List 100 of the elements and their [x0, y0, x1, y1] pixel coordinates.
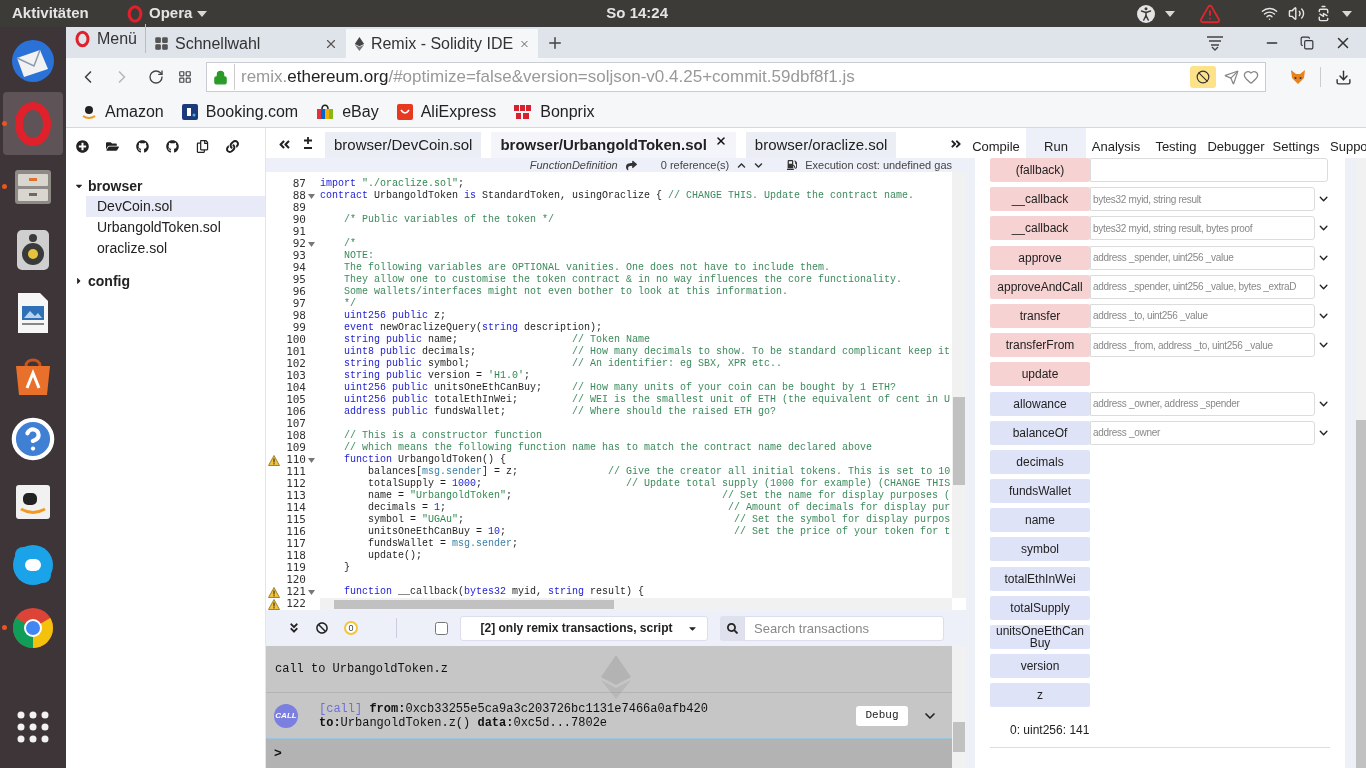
function-button[interactable]: name: [990, 508, 1090, 533]
github-icon[interactable]: [166, 139, 179, 153]
tab-menu-icon[interactable]: [1206, 35, 1224, 51]
mail-icon[interactable]: [10, 37, 56, 84]
new-tab-icon[interactable]: [546, 34, 564, 52]
bookmark[interactable]: Bonprix: [514, 99, 595, 124]
collapse-icon[interactable]: [288, 622, 300, 634]
caret-icon[interactable]: [1342, 10, 1352, 17]
download-icon[interactable]: [1335, 68, 1352, 86]
heart-icon[interactable]: [1243, 69, 1259, 85]
folder-item[interactable]: browser: [66, 176, 265, 196]
function-button[interactable]: __callback: [990, 216, 1090, 241]
diamond-icon: [600, 655, 632, 699]
parameter-field[interactable]: address _to, uint256 _value: [1090, 303, 1315, 328]
parameter-field[interactable]: address _owner, address _spender: [1090, 391, 1315, 416]
parameter-field[interactable]: address _from, address _to, uint256 _value: [1090, 333, 1315, 358]
fold-arrow-icon[interactable]: [307, 589, 315, 595]
folder-icon[interactable]: [106, 139, 119, 153]
fox-icon[interactable]: [1290, 70, 1306, 84]
function-button[interactable]: symbol: [990, 537, 1090, 562]
help-icon[interactable]: [10, 415, 56, 462]
send-icon[interactable]: [1224, 69, 1239, 85]
apps-grid-icon[interactable]: [16, 709, 50, 744]
fold-arrow-icon[interactable]: [307, 457, 315, 463]
parameter-field[interactable]: address _owner: [1090, 420, 1315, 445]
file-tab[interactable]: browser/DevCoin.sol: [325, 132, 482, 158]
function-button[interactable]: unitsOneEthCanBuy: [990, 625, 1090, 649]
function-button[interactable]: fundsWallet: [990, 479, 1090, 504]
address-field[interactable]: remix.ethereum.org/#optimize=false&version=soljson-v0.4.25+commit.59dbf8f1.js: [206, 62, 1266, 92]
caret-icon[interactable]: [197, 10, 208, 17]
browser-tab[interactable]: Menü: [66, 24, 146, 53]
link-icon[interactable]: [226, 139, 239, 153]
function-button[interactable]: allowance: [990, 391, 1090, 416]
app-menu[interactable]: Opera: [126, 2, 208, 25]
share-icon[interactable]: [625, 159, 637, 171]
collapse-left-icon[interactable]: [278, 137, 291, 151]
bookmark[interactable]: Amazon: [81, 99, 164, 124]
bookmark[interactable]: eBay: [316, 99, 379, 124]
code-line: event newOraclizeQuery(string description);: [343, 322, 603, 334]
file-tab[interactable]: browser/oraclize.sol: [745, 132, 897, 158]
search-button[interactable]: [720, 615, 744, 641]
parameter-field[interactable]: bytes32 myid, string result: [1090, 187, 1315, 212]
vertical-scrollbar[interactable]: [952, 172, 966, 598]
function-button[interactable]: approve: [990, 245, 1090, 270]
parameter-field[interactable]: [1090, 158, 1328, 182]
grid-icon[interactable]: [178, 70, 192, 84]
github-icon[interactable]: [136, 139, 149, 153]
vertical-scrollbar[interactable]: [1356, 158, 1366, 768]
file-item[interactable]: UrbangoldToken.sol: [86, 217, 265, 238]
accessibility-icon[interactable]: [1137, 4, 1155, 23]
file-tab[interactable]: browser/UrbangoldToken.sol: [491, 132, 736, 158]
parameter-field[interactable]: bytes32 myid, string result, bytes proof: [1090, 216, 1315, 241]
ad-block-button[interactable]: [1190, 66, 1216, 88]
add-file-icon[interactable]: [76, 139, 89, 153]
filter-dropdown[interactable]: [2] only remix transactions, script: [460, 615, 708, 641]
function-button[interactable]: update: [990, 362, 1090, 387]
wifi-icon[interactable]: [1261, 5, 1278, 22]
function-button[interactable]: totalSupply: [990, 595, 1090, 620]
search-field[interactable]: Search transactions: [744, 615, 944, 641]
copy-icon[interactable]: [196, 139, 209, 153]
vertical-scrollbar[interactable]: [952, 646, 966, 768]
function-button[interactable]: (fallback): [990, 158, 1090, 182]
horizontal-scrollbar[interactable]: [320, 598, 952, 610]
folder-item[interactable]: config: [66, 271, 265, 291]
bookmark[interactable]: Booking.com: [181, 99, 299, 124]
parameter-field[interactable]: address _spender, uint256 _value, bytes _extraD: [1090, 274, 1315, 299]
function-button[interactable]: transferFrom: [990, 333, 1090, 358]
function-button[interactable]: transfer: [990, 303, 1090, 328]
close-icon[interactable]: [714, 135, 727, 147]
function-button[interactable]: decimals: [990, 449, 1090, 474]
reload-icon[interactable]: [148, 69, 164, 85]
caret-icon[interactable]: [1165, 10, 1175, 17]
fold-arrow-icon[interactable]: [307, 193, 315, 199]
line-number: 87: [291, 178, 306, 190]
activities-button[interactable]: Aktivitäten: [12, 2, 114, 25]
debug-button[interactable]: Debug: [856, 705, 908, 726]
plus-minus-icon[interactable]: [303, 137, 313, 151]
browser-tab[interactable]: Remix - Solidity IDE: [346, 29, 538, 58]
collapse-right-icon[interactable]: [950, 138, 962, 150]
function-button[interactable]: totalEthInWei: [990, 566, 1090, 591]
bookmark[interactable]: AliExpress: [396, 99, 497, 124]
file-item[interactable]: oraclize.sol: [86, 238, 265, 259]
function-button[interactable]: balanceOf: [990, 420, 1090, 445]
filter-checkbox[interactable]: [435, 621, 448, 635]
panel-tab[interactable]: Run: [1026, 128, 1086, 158]
browser-tab[interactable]: Schnellwahl: [146, 29, 346, 58]
clear-icon[interactable]: [316, 622, 328, 634]
restore-icon[interactable]: [1300, 36, 1314, 50]
parameter-field[interactable]: address _spender, uint256 _value: [1090, 245, 1315, 270]
clock[interactable]: So 14:24: [606, 2, 669, 25]
function-button[interactable]: z: [990, 683, 1090, 708]
file-item[interactable]: DevCoin.sol: [86, 196, 265, 217]
function-button[interactable]: approveAndCall: [990, 274, 1090, 299]
search-icon: [726, 622, 738, 634]
function-button[interactable]: version: [990, 654, 1090, 679]
volume-icon[interactable]: [1288, 5, 1305, 22]
function-button[interactable]: __callback: [990, 187, 1090, 212]
next-icon[interactable]: [754, 160, 764, 170]
fold-arrow-icon[interactable]: [307, 241, 315, 247]
previous-icon[interactable]: [737, 160, 747, 170]
